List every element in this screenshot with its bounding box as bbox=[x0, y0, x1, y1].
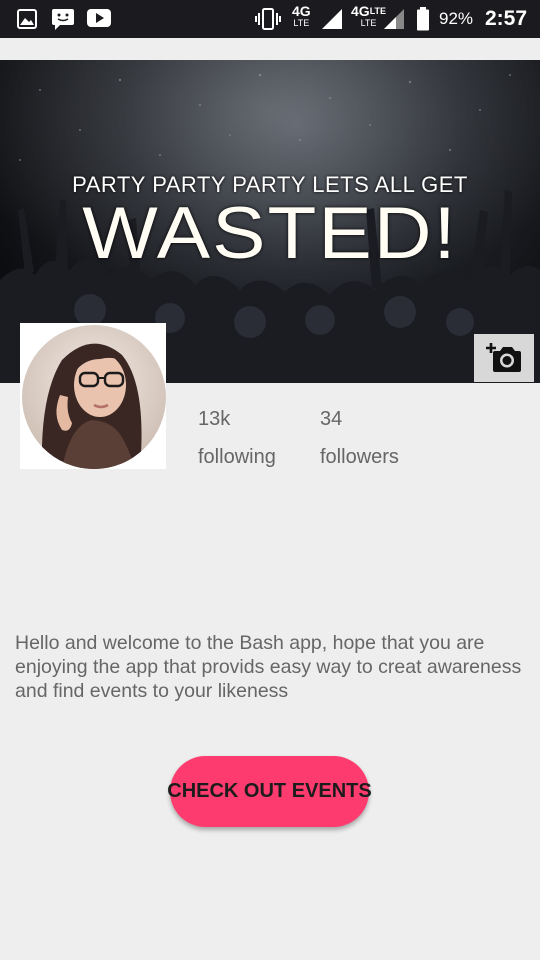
network-type-2: 4GLTE LTE bbox=[351, 3, 387, 28]
clock: 2:57 bbox=[485, 7, 528, 30]
following-label[interactable]: following bbox=[198, 446, 276, 469]
signal-icon bbox=[321, 8, 343, 35]
bio-text: Hello and welcome to the Bash app, hope … bbox=[15, 632, 522, 702]
vibrate-icon bbox=[255, 8, 281, 35]
cover-text-line2: WASTED! bbox=[82, 191, 458, 274]
change-cover-button[interactable] bbox=[474, 334, 534, 382]
following-count: 13k bbox=[198, 408, 231, 430]
add-camera-icon bbox=[486, 341, 522, 376]
battery-icon bbox=[416, 7, 430, 36]
youtube-icon bbox=[87, 9, 111, 32]
followers-label[interactable]: followers bbox=[320, 446, 399, 469]
message-icon bbox=[51, 9, 75, 36]
avatar bbox=[22, 325, 166, 469]
network-type-1: 4G LTE bbox=[292, 3, 311, 28]
status-bar: 4G LTE 4GLTE LTE 92% 2:57 bbox=[0, 0, 540, 38]
followers-count: 34 bbox=[320, 408, 343, 430]
signal-2-icon bbox=[383, 8, 405, 35]
check-out-events-button[interactable]: CHECK OUT EVENTS bbox=[167, 756, 372, 827]
avatar-frame[interactable] bbox=[20, 323, 166, 469]
image-icon bbox=[17, 9, 37, 34]
battery-percent: 92% bbox=[439, 9, 474, 28]
